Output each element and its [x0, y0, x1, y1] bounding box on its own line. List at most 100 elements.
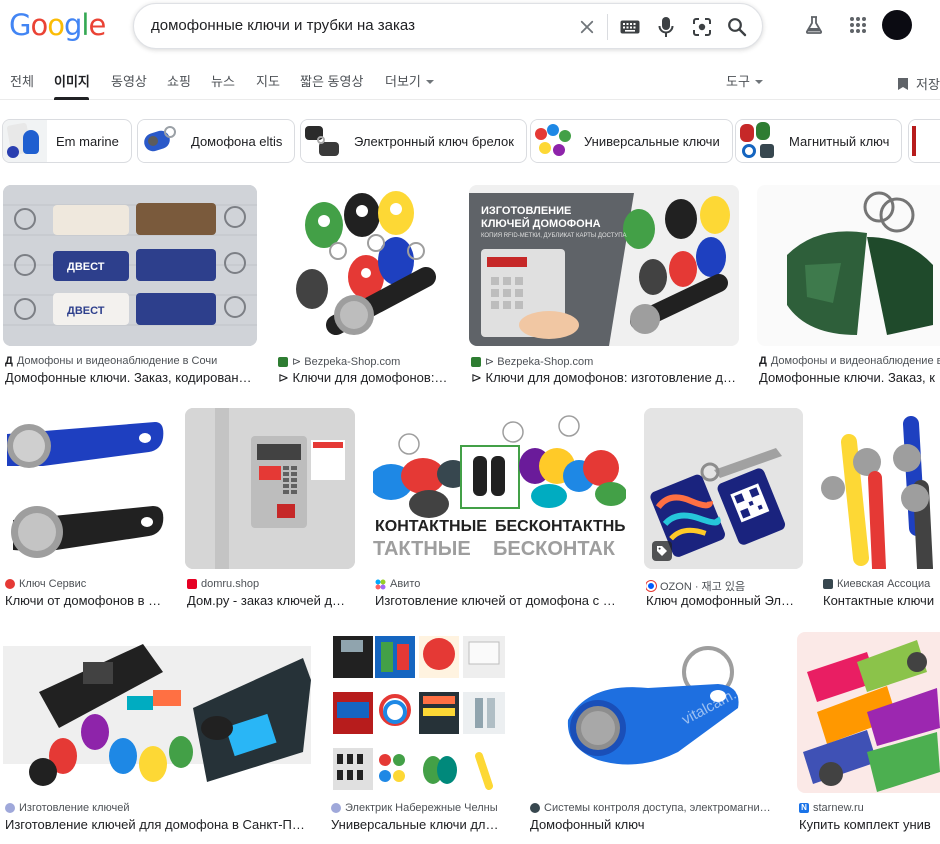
result-thumbnail[interactable] — [329, 632, 510, 793]
result-thumbnail[interactable] — [644, 408, 803, 569]
result-source[interactable]: Изготовление ключей — [5, 802, 311, 814]
result-source[interactable]: Nstarnew.ru — [799, 802, 940, 814]
source-name: Электрик Набережные Челны — [345, 802, 498, 814]
search-box[interactable]: домофонные ключи и трубки на заказ — [133, 3, 763, 49]
result-source[interactable]: Д Домофоны и видеонаблюдение в Сочи — [5, 355, 257, 367]
source-favicon-icon: Д — [5, 355, 13, 367]
tools-button[interactable]: 도구 — [726, 71, 763, 90]
result-thumbnail[interactable]: vitalcam.com — [528, 632, 779, 793]
chip-label: Em marine — [56, 133, 119, 149]
ozon-favicon-icon — [646, 581, 656, 591]
image-result[interactable]: ⊳ Bezpeka-Shop.com ⊳ Ключи для домофонов… — [276, 185, 451, 385]
result-thumbnail[interactable] — [821, 408, 940, 569]
image-result[interactable]: Д Домофоны и видеонаблюдение в Домофонные… — [757, 185, 940, 385]
chip-universal-keys[interactable]: Универсальные ключи — [530, 119, 733, 163]
image-result[interactable]: OZON · 재고 있음 Ключ домофонный Эл… — [644, 408, 803, 608]
result-title[interactable]: ⊳ Ключи для домофонов: изготовление д… — [471, 370, 739, 386]
chip-thumbnail — [3, 120, 47, 162]
avito-favicon-icon — [375, 579, 386, 589]
result-thumbnail[interactable] — [3, 632, 311, 793]
result-title[interactable]: Домофонный ключ — [530, 817, 779, 832]
result-title[interactable]: Купить комплект унив — [799, 817, 940, 832]
image-result[interactable]: Nstarnew.ru Купить комплект унив — [797, 632, 940, 832]
result-thumbnail[interactable] — [757, 185, 940, 346]
result-title[interactable]: Изготовление ключей от домофона с … — [375, 593, 626, 608]
microphone-icon[interactable] — [654, 15, 678, 39]
account-avatar[interactable] — [882, 10, 912, 40]
google-logo[interactable]: Google — [9, 8, 106, 42]
chip-more[interactable] — [908, 119, 940, 163]
result-thumbnail[interactable]: ДВЕСТ ДВЕСТ — [3, 185, 257, 346]
tab-shopping[interactable]: 쇼핑 — [167, 71, 191, 90]
thumbnail-overlay-right2: БЕСКОНТАК — [493, 538, 615, 560]
image-result[interactable]: ДВЕСТ ДВЕСТ Д Домофоны и видеонаблюдение … — [3, 185, 257, 385]
result-thumbnail[interactable]: ИЗГОТОВЛЕНИЕ КЛЮЧЕЙ ДОМОФОНА КОПИЯ RFID-… — [469, 185, 739, 346]
result-title[interactable]: Ключи от домофонов в … — [5, 593, 167, 608]
tab-videos[interactable]: 동영상 — [111, 71, 147, 90]
result-source[interactable]: ⊳ Bezpeka-Shop.com — [278, 355, 451, 368]
source-name: starnew.ru — [813, 802, 864, 814]
clear-icon[interactable] — [575, 15, 599, 39]
search-input[interactable]: домофонные ключи и трубки на заказ — [151, 17, 415, 34]
labs-icon[interactable] — [802, 13, 826, 37]
image-result[interactable]: domru.shop Дом.ру - заказ ключей д… — [185, 408, 355, 608]
tab-more-label: 더보기 — [385, 74, 421, 89]
result-title[interactable]: Ключ домофонный Эл… — [646, 593, 803, 608]
result-source[interactable]: Системы контроля доступа, электромагни… — [530, 802, 779, 814]
tab-all[interactable]: 전체 — [10, 71, 34, 90]
source-name: Киевская Ассоциа — [837, 578, 931, 590]
tab-news[interactable]: 뉴스 — [211, 71, 235, 90]
saved-button[interactable]: 저장 — [896, 74, 940, 93]
image-result[interactable]: Ключ Сервис Ключи от домофонов в … — [3, 408, 167, 608]
source-name: Изготовление ключей — [19, 802, 130, 814]
image-result[interactable]: ИЗГОТОВЛЕНИЕ КЛЮЧЕЙ ДОМОФОНА КОПИЯ RFID-… — [469, 185, 739, 385]
result-thumbnail[interactable] — [185, 408, 355, 569]
result-title[interactable]: Домофонные ключи. Заказ, кодирован… — [5, 370, 257, 385]
apps-icon[interactable] — [846, 13, 870, 37]
result-title[interactable]: Контактные ключи — [823, 593, 940, 608]
image-result[interactable]: Киевская Ассоциа Контактные ключи — [821, 408, 940, 608]
source-name: ⊳ Bezpeka-Shop.com — [292, 356, 401, 368]
tab-more[interactable]: 더보기 — [385, 71, 434, 90]
source-favicon-icon: N — [799, 803, 809, 813]
result-title[interactable]: Дом.ру - заказ ключей д… — [187, 593, 355, 608]
chip-electronic-keyfob[interactable]: Электронный ключ брелок — [300, 119, 527, 163]
result-source[interactable]: Электрик Набережные Челны — [331, 802, 510, 814]
tab-short-videos[interactable]: 짧은 동영상 — [300, 71, 363, 90]
result-thumbnail[interactable]: КОНТАКТНЫЕ ТАКТНЫЕ БЕСКОНТАКТНЫЕ БЕСКОНТ… — [373, 408, 626, 569]
keyboard-icon[interactable] — [618, 15, 642, 39]
result-title[interactable]: Домофонные ключи. Заказ, к — [759, 370, 940, 385]
result-source[interactable]: Авито — [375, 578, 626, 590]
chip-magnetic-key[interactable]: Магнитный ключ — [735, 119, 903, 163]
image-result[interactable]: КОНТАКТНЫЕ ТАКТНЫЕ БЕСКОНТАКТНЫЕ БЕСКОНТ… — [373, 408, 626, 608]
tools-label: 도구 — [726, 74, 750, 89]
result-source[interactable]: Киевская Ассоциа — [823, 578, 940, 590]
result-source[interactable]: Д Домофоны и видеонаблюдение в — [759, 355, 940, 367]
result-source[interactable]: ⊳ Bezpeka-Shop.com — [471, 355, 739, 368]
tab-maps[interactable]: 지도 — [256, 71, 280, 90]
result-source[interactable]: OZON · 재고 있음 — [646, 578, 803, 594]
chip-thumbnail — [909, 120, 940, 162]
source-name: Домофоны и видеонаблюдение в Сочи — [16, 355, 218, 367]
source-favicon-icon — [530, 803, 540, 813]
logo-letter: g — [63, 8, 82, 42]
image-result[interactable]: vitalcam.com Системы контроля доступа, э… — [528, 632, 779, 832]
image-result[interactable]: Изготовление ключей Изготовление ключей … — [3, 632, 311, 832]
source-name: Ключ Сервис — [19, 578, 87, 590]
result-thumbnail[interactable] — [3, 408, 167, 569]
result-title[interactable]: Универсальные ключи дл… — [331, 817, 510, 832]
source-name: Авито — [390, 578, 421, 590]
tab-images[interactable]: 이미지 — [54, 71, 90, 90]
result-title[interactable]: ⊳ Ключи для домофонов:… — [278, 370, 451, 386]
result-source[interactable]: domru.shop — [187, 578, 355, 590]
result-thumbnail[interactable] — [797, 632, 940, 793]
lens-icon[interactable] — [690, 15, 714, 39]
result-title[interactable]: Изготовление ключей для домофона в Санкт… — [5, 817, 311, 832]
result-source[interactable]: Ключ Сервис — [5, 578, 167, 590]
chip-domofona-eltis[interactable]: Домофона eltis — [137, 119, 296, 163]
result-thumbnail[interactable] — [276, 185, 451, 346]
search-divider — [607, 14, 608, 40]
chip-em-marine[interactable]: Em marine — [2, 119, 132, 163]
image-result[interactable]: Электрик Набережные Челны Универсальные … — [329, 632, 510, 832]
search-icon[interactable] — [725, 15, 749, 39]
